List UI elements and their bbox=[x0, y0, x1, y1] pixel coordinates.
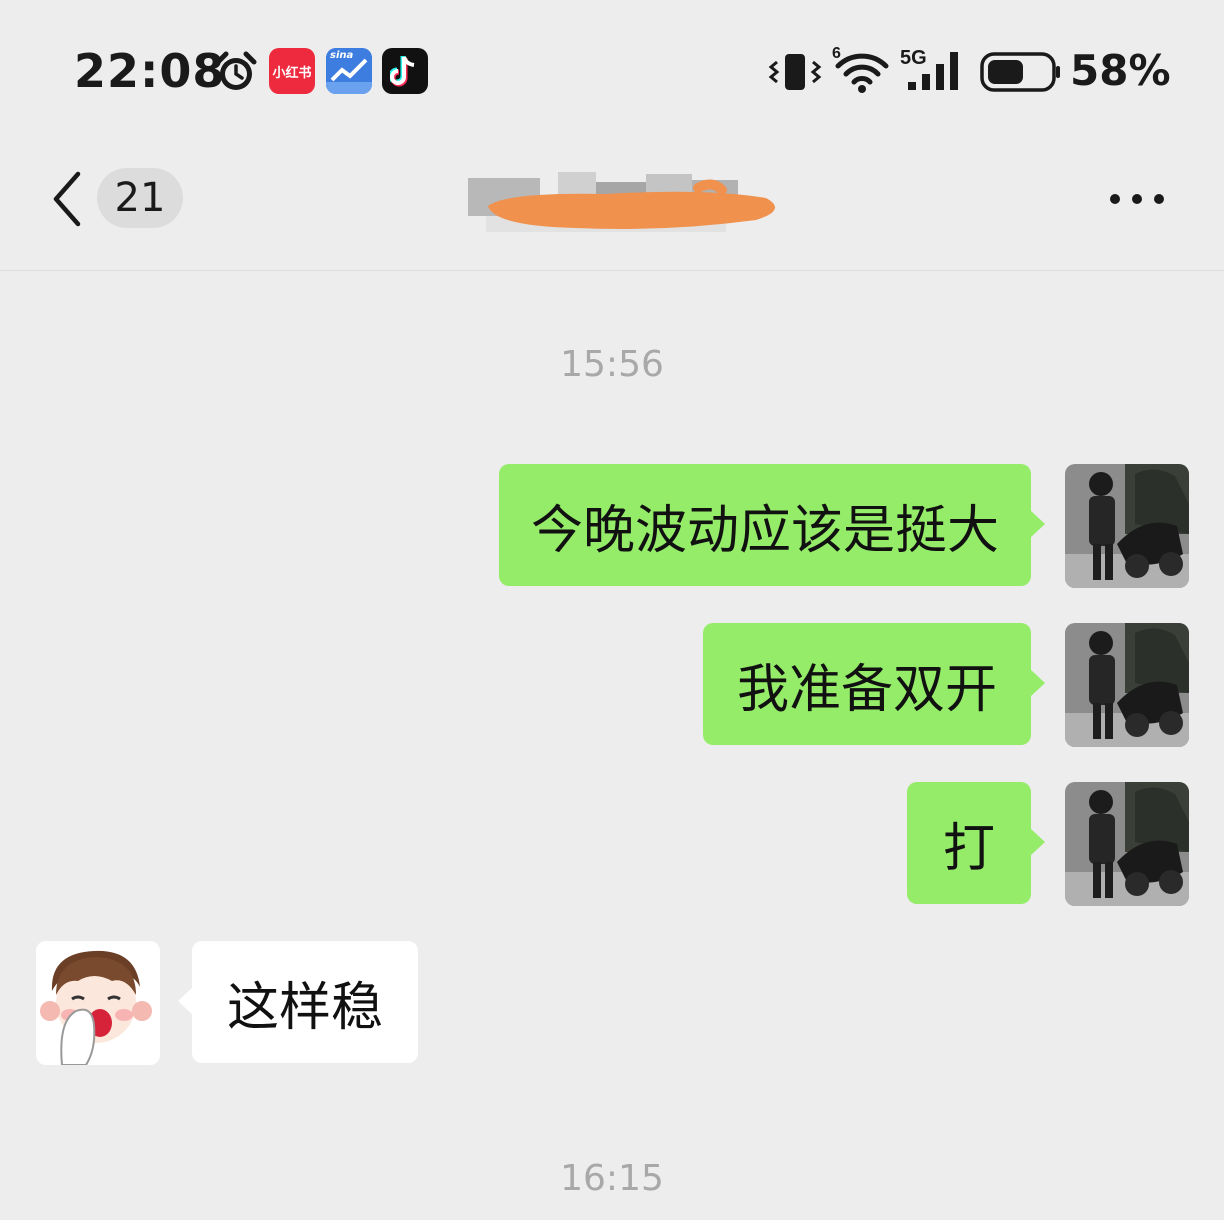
message-timestamp: 16:15 bbox=[560, 1158, 664, 1199]
redacted-chat-title bbox=[468, 172, 775, 232]
status-bar: 22:08 小红书 sina 6 5G 58% bbox=[0, 0, 1224, 140]
message-text: 这样稳 bbox=[226, 977, 383, 1038]
sina-app-icon: sina bbox=[326, 48, 372, 94]
battery-icon bbox=[980, 52, 1060, 92]
unread-count-badge[interactable]: 21 bbox=[97, 168, 183, 228]
vibrate-icon bbox=[768, 54, 822, 90]
message-timestamp: 15:56 bbox=[560, 344, 664, 385]
battery-fill bbox=[988, 60, 1023, 84]
battery-percent: 58% bbox=[1070, 46, 1171, 95]
wifi-icon: 6 bbox=[832, 46, 889, 93]
tiktok-app-icon bbox=[382, 48, 428, 94]
alarm-clock-icon bbox=[215, 51, 257, 90]
xiaohongshu-label: 小红书 bbox=[272, 65, 312, 81]
status-time: 22:08 bbox=[74, 44, 226, 98]
contact-avatar[interactable] bbox=[36, 941, 160, 1065]
message-text: 今晚波动应该是挺大 bbox=[530, 500, 999, 561]
wifi-badge: 6 bbox=[832, 46, 841, 62]
my-avatar[interactable] bbox=[1065, 623, 1189, 747]
my-avatar[interactable] bbox=[1065, 782, 1189, 906]
chat-header: 21 bbox=[0, 140, 1224, 271]
xiaohongshu-app-icon: 小红书 bbox=[269, 48, 315, 94]
outgoing-message-bubble[interactable]: 打 bbox=[907, 782, 1045, 904]
network-type: 5G bbox=[900, 47, 927, 69]
my-avatar[interactable] bbox=[1065, 464, 1189, 588]
cellular-signal-icon: 5G bbox=[900, 47, 958, 90]
back-arrow-icon[interactable] bbox=[48, 170, 88, 228]
tiktok-note-icon bbox=[390, 56, 415, 87]
message-text: 我准备双开 bbox=[736, 659, 997, 720]
message-text: 打 bbox=[942, 818, 995, 879]
more-options-icon[interactable] bbox=[1106, 192, 1168, 206]
sina-label: sina bbox=[330, 50, 354, 61]
incoming-message-bubble[interactable]: 这样稳 bbox=[178, 941, 418, 1063]
outgoing-message-bubble[interactable]: 我准备双开 bbox=[703, 623, 1045, 745]
outgoing-message-bubble[interactable]: 今晚波动应该是挺大 bbox=[499, 464, 1045, 586]
